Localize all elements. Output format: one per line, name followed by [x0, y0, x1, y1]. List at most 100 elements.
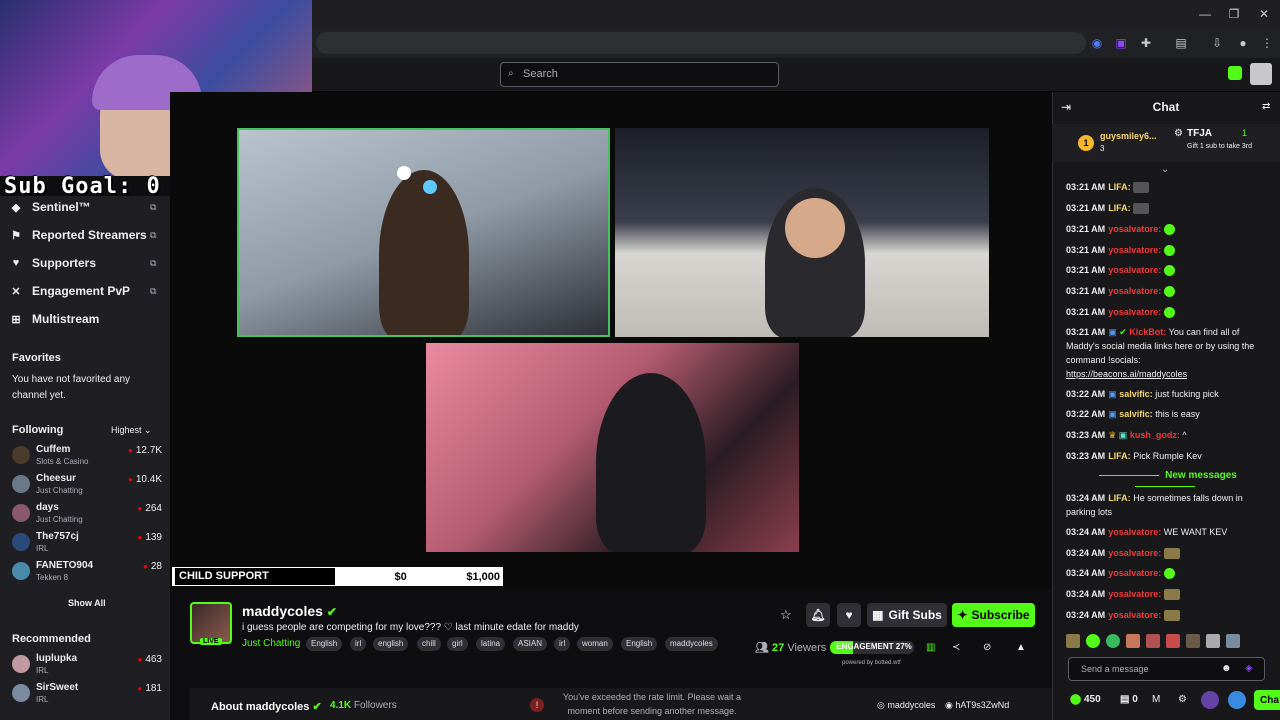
tag[interactable]: irl — [350, 637, 367, 651]
puzzle-icon[interactable]: ✚ — [1139, 36, 1153, 50]
mod-icon[interactable]: M — [1152, 694, 1160, 705]
verified-icon: ✔ — [326, 605, 337, 619]
chat-message: 03:23 AM ♛ ▣ kush_godz: ^ — [1066, 430, 1187, 440]
channel-name[interactable]: maddycoles ✔ — [242, 603, 337, 619]
socials-link[interactable]: https://beacons.ai/maddycoles — [1066, 369, 1187, 379]
popout-chat-icon[interactable]: ⇄ — [1262, 101, 1270, 112]
chat-message: 03:21 AM yosalvatore: — [1066, 222, 1270, 236]
emote-icon[interactable] — [1226, 634, 1240, 648]
popout-icon[interactable]: ⧉ — [150, 258, 156, 269]
chat-message-input[interactable]: Send a message — [1068, 657, 1265, 681]
kick-logo-icon[interactable] — [1228, 66, 1242, 80]
avatar — [12, 562, 30, 580]
tag[interactable]: irl — [554, 637, 571, 651]
nav-supporters[interactable]: ♥ Supporters — [10, 254, 96, 272]
following-heading: Following — [12, 424, 64, 436]
following-item[interactable]: Cheesur Just Chatting 10.4K — [12, 473, 162, 497]
share-icon[interactable]: ≺ — [952, 642, 960, 653]
emote-icon[interactable] — [1206, 634, 1220, 648]
tag[interactable]: English — [306, 637, 343, 651]
tag[interactable]: latina — [476, 637, 506, 651]
instagram-icon: ◎ — [877, 700, 885, 710]
recommended-item[interactable]: luplupka IRL 463 — [12, 653, 162, 677]
emote-icon — [1163, 568, 1175, 580]
sort-dropdown[interactable]: Highest ⌄ — [111, 425, 152, 436]
redeem-count[interactable]: ▤ 0 — [1120, 694, 1138, 705]
emote-icon[interactable] — [1126, 634, 1140, 648]
recommended-item[interactable]: SirSweet IRL 181 — [12, 682, 162, 706]
minimize-icon[interactable]: — — [1198, 7, 1212, 21]
following-item[interactable]: The757cj IRL 139 — [12, 531, 162, 555]
menu-dots-icon[interactable]: ⋮ — [1260, 36, 1274, 50]
left-sidebar: ◆ Sentinel™ ⧉ ⚑ Reported Streamers ⧉ ♥ Supp… — [0, 196, 170, 720]
report-icon[interactable]: ▲ — [1016, 642, 1026, 653]
subscribe-button[interactable]: ✦ Subscribe — [952, 603, 1035, 627]
7tv-extension-icon[interactable] — [1201, 691, 1219, 709]
stream-title: i guess people are competing for my love… — [242, 622, 579, 633]
chevron-down-icon[interactable]: ⌄ — [1161, 164, 1169, 175]
settings-gear-icon[interactable]: ⚙ — [1178, 694, 1187, 705]
nav-engagement-pvp[interactable]: ✕ Engagement PvP — [10, 282, 130, 300]
emoji-icon[interactable]: ☻ — [1221, 663, 1232, 674]
emote-picker-icon[interactable]: ◈ — [1245, 663, 1253, 674]
tag[interactable]: woman — [577, 637, 613, 651]
close-icon[interactable]: ✕ — [1257, 7, 1271, 21]
viewer-count: 👥︎ 27 Viewers — [755, 642, 827, 654]
emote-icon[interactable] — [1066, 634, 1080, 648]
tag[interactable]: English — [621, 637, 658, 651]
tag[interactable]: girl — [447, 637, 468, 651]
popout-icon[interactable]: ⧉ — [150, 230, 156, 241]
tag[interactable]: english — [373, 637, 409, 651]
emote-icon[interactable] — [1146, 634, 1160, 648]
show-all-link[interactable]: Show All — [68, 598, 106, 608]
instagram-link[interactable]: ◎ maddycoles — [877, 700, 935, 711]
emote-icon[interactable] — [1186, 634, 1200, 648]
sidepanel-icon[interactable]: ▤ — [1174, 36, 1188, 50]
following-item[interactable]: days Just Chatting 264 — [12, 502, 162, 526]
maximize-icon[interactable]: ❐ — [1227, 7, 1241, 21]
tag[interactable]: maddycoles — [665, 637, 718, 651]
url-field[interactable] — [316, 32, 1086, 54]
twitch-extension-icon[interactable]: ▣ — [1114, 36, 1128, 50]
video-feed-2 — [615, 128, 989, 337]
search-input[interactable]: Search — [500, 62, 779, 87]
channel-points[interactable]: ⬤ 450 — [1070, 694, 1101, 705]
nav-reported-streamers[interactable]: ⚑ Reported Streamers — [10, 226, 147, 244]
hide-icon[interactable]: ⊘ — [983, 642, 991, 653]
chat-send-button[interactable]: Cha — [1254, 690, 1280, 710]
gif-extension-icon[interactable] — [1228, 691, 1246, 709]
emote-icon — [1133, 203, 1150, 215]
emote-icon[interactable] — [1166, 634, 1180, 648]
user-avatar-icon[interactable] — [1250, 63, 1272, 85]
favorite-star-icon[interactable]: ☆ — [780, 607, 792, 623]
discord-link[interactable]: ◉ hAT9s3ZwNd — [945, 700, 1009, 711]
popout-icon[interactable]: ⧉ — [150, 202, 156, 213]
verified-icon: ✔ — [312, 701, 322, 713]
chat-message: 03:22 AM ▣ salvific: this is easy — [1066, 409, 1200, 419]
downloads-icon[interactable]: ⇩ — [1210, 36, 1224, 50]
gifter-name[interactable]: TFJA — [1187, 128, 1212, 139]
extension-icon[interactable]: ◉ — [1090, 36, 1104, 50]
profile-icon[interactable]: ● — [1236, 36, 1250, 50]
nav-multistream[interactable]: ⊞ Multistream — [10, 310, 99, 328]
stats-icon[interactable]: ▥ — [926, 642, 935, 653]
emote-icon[interactable] — [1086, 634, 1100, 648]
following-item[interactable]: FANETO904 Tekken 8 28 — [12, 560, 162, 584]
top-gifter-name[interactable]: guysmiley6... — [1100, 131, 1157, 141]
notification-bell-button[interactable]: 🔔︎ — [806, 603, 830, 627]
following-item[interactable]: Cuffem Slots & Casino 12.7K — [12, 444, 162, 468]
tag[interactable]: ASIAN — [513, 637, 548, 651]
tag[interactable]: chill — [417, 637, 441, 651]
nav-sentinel[interactable]: ◆ Sentinel™ — [10, 198, 91, 216]
gift-subs-button[interactable]: ▦ Gift Subs — [867, 603, 947, 627]
stream-category[interactable]: Just Chatting — [242, 638, 300, 649]
follow-heart-button[interactable]: ♥ — [837, 603, 861, 627]
live-badge: LIVE — [200, 638, 222, 645]
emote-icon[interactable] — [1106, 634, 1120, 648]
powered-by-text: powered by botted.wtf — [842, 660, 901, 666]
popout-icon[interactable]: ⧉ — [150, 286, 156, 297]
emote-icon — [1163, 307, 1175, 319]
discord-icon: ◉ — [945, 700, 953, 710]
avatar — [12, 446, 30, 464]
emote-icon — [1163, 548, 1180, 560]
